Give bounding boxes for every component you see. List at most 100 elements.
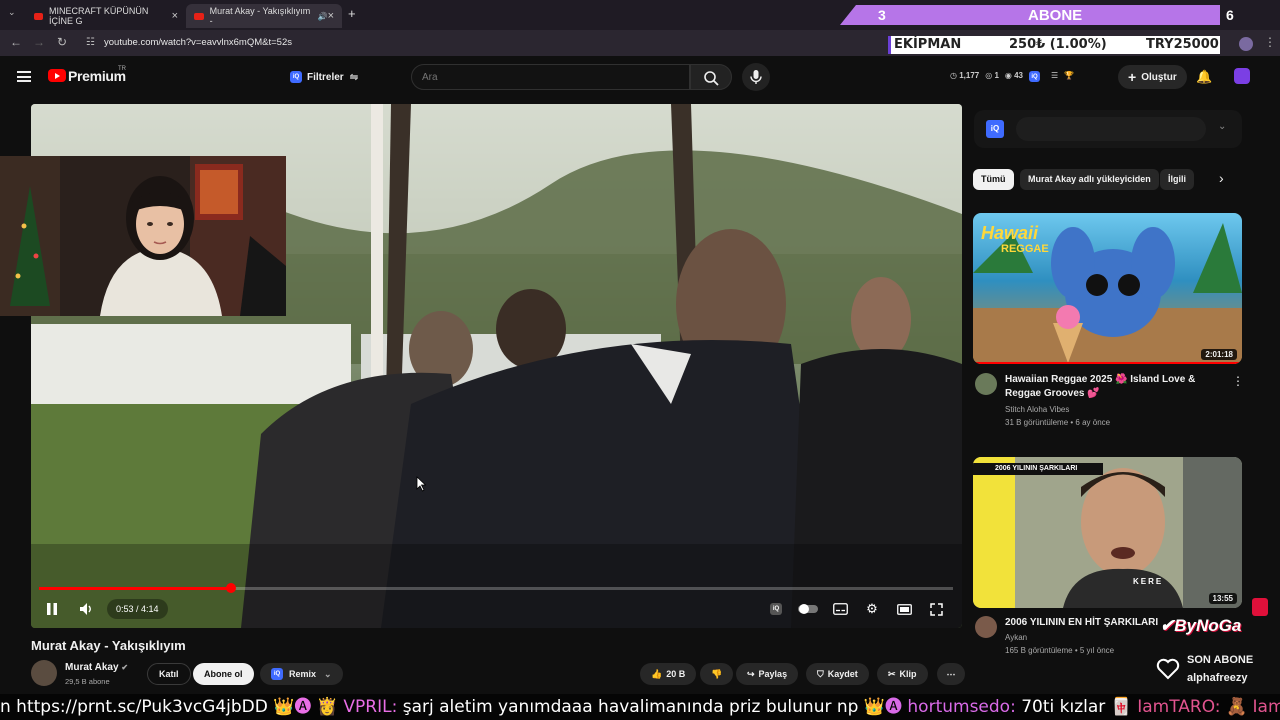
close-tab-icon[interactable]: × <box>328 10 334 22</box>
recommendation-channel[interactable]: Aykan <box>1005 631 1027 644</box>
progress-scrubber[interactable] <box>225 583 236 593</box>
equipment-donation-bar: EKİPMAN 250₺ (1.00%) TRY25000 <box>888 36 1220 54</box>
pause-icon <box>47 603 57 615</box>
account-avatar[interactable] <box>1234 68 1250 84</box>
pause-button[interactable] <box>41 598 63 620</box>
tab-minecraft[interactable]: MINECRAFT KÜPÜNÜN İÇİNE G × <box>26 4 186 28</box>
join-button[interactable]: Katıl <box>147 663 191 685</box>
close-tab-icon[interactable]: × <box>172 10 178 22</box>
more-options-icon[interactable]: ⋮ <box>1232 374 1244 388</box>
list-icon[interactable]: ☰ <box>1051 71 1058 82</box>
chip-all[interactable]: Tümü <box>973 169 1014 190</box>
sidebar-placeholder-bar <box>1016 117 1206 141</box>
trophy-icon[interactable]: 🏆 <box>1064 71 1074 82</box>
forward-arrow-icon[interactable]: → <box>33 35 45 49</box>
remix-button[interactable]: iQ Remix ⌄ <box>260 663 343 685</box>
reload-icon[interactable]: ↻ <box>57 35 67 49</box>
ticker-segment: n https://prnt.sc/Puk3vcG4jbDD <box>0 697 274 717</box>
tab-list-chevron-icon[interactable]: ⌄ <box>8 7 16 18</box>
plus-icon: + <box>1128 69 1137 85</box>
youtube-header: Premium TR iQ Filtreler ⇋ ◷ 1,177 ◎ 1 ◉ … <box>0 58 1280 98</box>
fullscreen-button[interactable] <box>925 598 947 620</box>
filter-sliders-icon: ⇋ <box>349 71 359 83</box>
clip-button[interactable]: ✂ Klip <box>877 663 928 685</box>
youtube-favicon-icon <box>194 12 204 20</box>
filters-button[interactable]: iQ Filtreler ⇋ <box>282 66 366 88</box>
save-button[interactable]: ⛉ Kaydet <box>806 663 869 685</box>
subscriber-goal: 6 <box>1226 7 1234 23</box>
chat-ticker: n https://prnt.sc/Puk3vcG4jbDD 👑🅐 👸 VPRI… <box>0 694 1280 720</box>
bynoga-watermark-logo: ✔ByNoGa <box>1160 616 1242 635</box>
subtitles-button[interactable] <box>829 598 851 620</box>
recommendation-thumbnail[interactable]: 2006 YILININ ŞARKILARI KERE 13:55 <box>973 457 1242 608</box>
last-subscriber-name: alphafreezy <box>1187 672 1248 684</box>
recommendation-meta: 165 B görüntüleme • 5 yıl önce <box>1005 646 1115 655</box>
mouse-cursor-icon <box>416 476 426 492</box>
ticker-segment: şarj aletim yanımdaaa havalimanında priz… <box>402 697 864 717</box>
ticker-segment: 👑🅐 👸 VPRIL: <box>273 697 403 717</box>
site-info-icon[interactable]: ☷ <box>86 37 95 48</box>
tab-murat-akay[interactable]: Murat Akay - Yakışıklıyım - 🔊 × <box>186 4 342 28</box>
notifications-bell-icon[interactable]: 🔔 <box>1196 69 1212 85</box>
more-dots-icon: ⋯ <box>946 668 956 679</box>
recommendation-title[interactable]: Hawaiian Reggae 2025 🌺 Island Love & Reg… <box>1005 373 1225 401</box>
stat-likes: ◎ 1 <box>985 71 999 80</box>
subscribe-button[interactable]: Abone ol <box>193 663 254 685</box>
iq-icon[interactable]: iQ <box>1029 71 1040 82</box>
chips-next-chevron-icon[interactable]: › <box>1219 170 1224 186</box>
search-button[interactable] <box>690 64 732 90</box>
thumbnail-text-kere: KERE <box>1133 577 1164 586</box>
recommendation-thumbnail[interactable]: Hawaii REGGAE 2:01:18 <box>973 213 1242 364</box>
subscriber-label: ABONE <box>1028 7 1083 24</box>
share-button[interactable]: ↪ Paylaş <box>736 663 799 685</box>
chip-from-uploader[interactable]: Murat Akay adlı yükleyiciden <box>1020 169 1159 190</box>
menu-icon[interactable] <box>17 71 31 82</box>
streamer-webcam <box>0 156 286 316</box>
more-actions-button[interactable]: ⋯ <box>937 663 965 685</box>
settings-button[interactable]: ⚙ <box>861 598 883 620</box>
subscriber-goal-banner: 3 ABONE <box>840 5 1220 25</box>
like-button[interactable]: 👍 20 B <box>640 663 697 685</box>
bookmark-icon: ⛉ <box>817 668 824 679</box>
iq-icon: iQ <box>271 668 283 680</box>
youtube-logo-icon[interactable] <box>48 69 66 82</box>
new-tab-plus-icon[interactable]: + <box>348 6 356 21</box>
recommendation-channel[interactable]: Stitch Aloha Vibes <box>1005 403 1069 416</box>
tab-title: MINECRAFT KÜPÜNÜN İÇİNE G <box>49 6 149 26</box>
subtitles-icon <box>832 603 848 615</box>
ticker-segment: 🀄 IamTARO: 🧸 IamTARO: 🧸 <box>1110 697 1280 717</box>
thumbnail-art <box>973 457 1242 608</box>
browser-menu-icon[interactable]: ⋮ <box>1264 35 1276 49</box>
video-title: Murat Akay - Yakışıklıyım <box>31 638 186 653</box>
autoplay-toggle[interactable] <box>797 598 819 620</box>
stat-watch-count: ◷ 1,177 <box>950 71 980 80</box>
dislike-button[interactable]: 👎 <box>700 663 734 685</box>
iq-icon[interactable]: iQ <box>986 120 1004 138</box>
last-subscriber-widget: SON ABONE alphafreezy <box>1156 652 1266 688</box>
voice-search-button[interactable] <box>742 63 770 91</box>
chevron-down-icon[interactable]: ⌄ <box>1218 121 1226 132</box>
time-display: 0:53 / 4:14 <box>107 599 168 619</box>
channel-avatar[interactable] <box>31 660 57 686</box>
channel-avatar[interactable] <box>975 373 997 395</box>
theater-mode-button[interactable] <box>893 598 915 620</box>
back-arrow-icon[interactable]: ← <box>10 35 22 49</box>
sidebar-extension-panel: iQ ⌄ <box>974 110 1242 148</box>
region-code: TR <box>118 66 126 72</box>
chip-related[interactable]: İlgili <box>1160 169 1194 190</box>
speaker-icon[interactable]: 🔊 <box>318 12 328 21</box>
create-button[interactable]: + Oluştur <box>1118 65 1187 89</box>
extension-icon[interactable] <box>1239 37 1253 51</box>
search-input[interactable] <box>411 64 690 90</box>
channel-avatar[interactable] <box>975 616 997 638</box>
ticker-segment: 70ti kızlar <box>1021 697 1111 717</box>
autoplay-toggle-icon <box>798 604 818 614</box>
filters-label: Filtreler <box>307 71 344 83</box>
url-text[interactable]: youtube.com/watch?v=eavvlnx6mQM&t=52s <box>104 37 292 48</box>
channel-name[interactable]: Murat Akay ✔ <box>65 662 128 673</box>
iq-player-icon[interactable]: iQ <box>765 598 787 620</box>
volume-button[interactable] <box>75 598 97 620</box>
extension-stats: ◷ 1,177 ◎ 1 ◉ 43 iQ ☰ 🏆 <box>950 71 1074 82</box>
search-icon <box>704 71 719 86</box>
progress-bar[interactable] <box>39 583 953 593</box>
